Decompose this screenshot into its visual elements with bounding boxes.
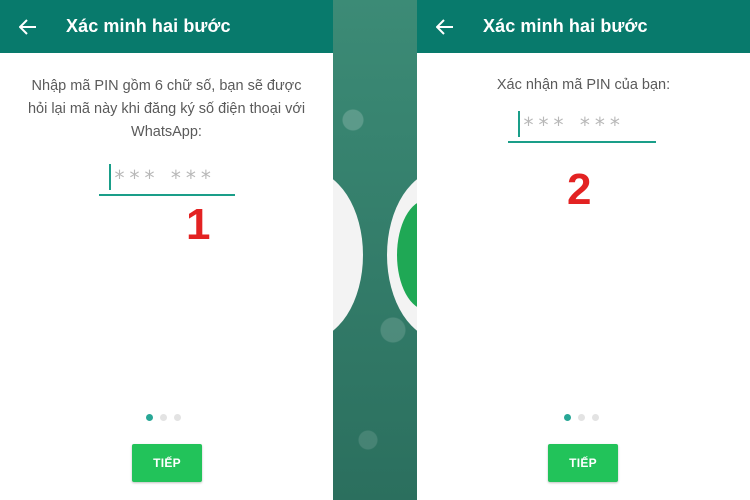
page-dot (592, 414, 599, 421)
page-dot-active (146, 414, 153, 421)
decorative-shape (387, 170, 417, 340)
step-number: 2 (567, 165, 592, 214)
page-dot-active (564, 414, 571, 421)
text-cursor (108, 164, 111, 190)
next-button[interactable]: TIẾP (548, 444, 618, 482)
next-button[interactable]: TIẾP (132, 444, 202, 482)
page-dot (160, 414, 167, 421)
back-button[interactable] (16, 15, 40, 39)
screen-title: Xác minh hai bước (66, 16, 231, 36)
screen-enter-pin: Xác minh hai bước Nhập mã PIN gồm 6 chữ … (0, 0, 333, 500)
pin-input[interactable]: *** *** (98, 160, 235, 196)
step-number: 1 (186, 200, 211, 249)
page-indicator (146, 414, 181, 421)
app-bar: Xác minh hai bước (417, 0, 750, 53)
page-dot (174, 414, 181, 421)
arrow-left-icon (19, 18, 36, 35)
page-indicator (564, 414, 599, 421)
text-cursor (517, 111, 520, 137)
page-dot (578, 414, 585, 421)
instruction-text: Nhập mã PIN gồm 6 chữ số, bạn sẽ được hỏ… (27, 78, 306, 140)
arrow-left-icon (436, 18, 453, 35)
pin-placeholder: *** *** (523, 113, 625, 137)
app-bar: Xác minh hai bước (0, 0, 333, 53)
background-strip (333, 0, 417, 500)
pin-placeholder: *** *** (114, 166, 216, 190)
decorative-shape (333, 170, 363, 340)
pin-input[interactable]: *** *** (507, 107, 656, 143)
instruction-text: Xác nhận mã PIN của bạn: (496, 77, 671, 93)
screen-title: Xác minh hai bước (483, 16, 648, 36)
back-button[interactable] (433, 15, 457, 39)
screen-confirm-pin: Xác minh hai bước Xác nhận mã PIN của bạ… (417, 0, 750, 500)
